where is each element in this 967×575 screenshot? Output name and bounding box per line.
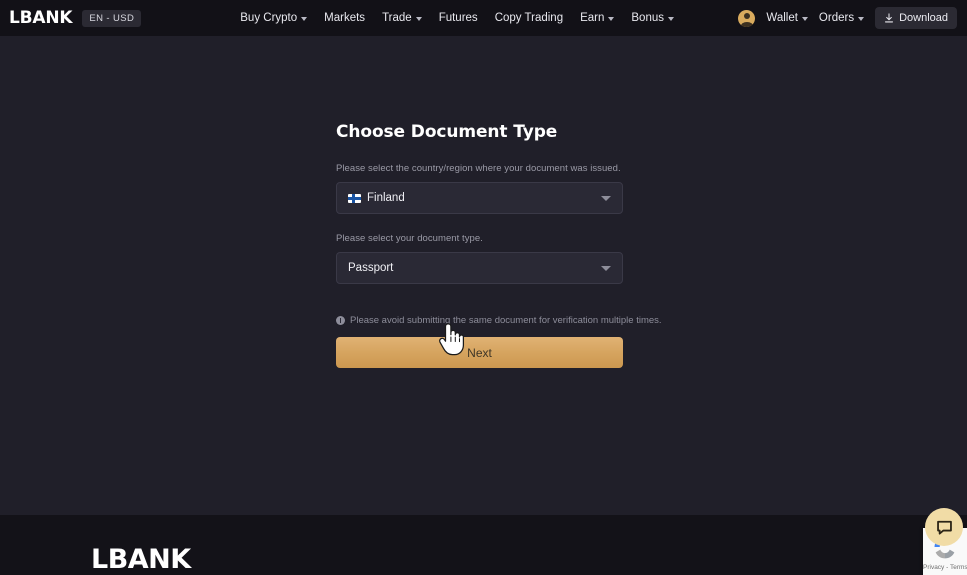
kyc-document-type-panel: Choose Document Type Please select the c…	[336, 122, 662, 368]
country-select-value-wrap: Finland	[348, 192, 405, 204]
finland-flag-icon	[348, 193, 361, 203]
nav-item-earn[interactable]: Earn	[580, 12, 615, 24]
main-nav: Buy Crypto Markets Trade Futures Copy Tr…	[240, 12, 674, 24]
footer-lbank-logo: LBANK	[91, 544, 191, 575]
nav-item-futures[interactable]: Futures	[439, 12, 478, 24]
page-title: Choose Document Type	[336, 122, 558, 142]
download-label: Download	[899, 12, 948, 24]
nav-item-wallet[interactable]: Wallet	[766, 12, 808, 24]
lbank-logo[interactable]: LBANK	[9, 8, 73, 28]
nav-label: Earn	[580, 12, 605, 24]
header-right-cluster: Wallet Orders Download	[738, 7, 957, 29]
nav-item-markets[interactable]: Markets	[324, 12, 365, 24]
main-content-area: Choose Document Type Please select the c…	[0, 36, 967, 515]
top-navigation-bar: LBANK EN - USD Buy Crypto Markets Trade …	[0, 0, 967, 36]
language-currency-badge[interactable]: EN - USD	[82, 9, 142, 27]
chevron-down-icon	[601, 266, 611, 271]
nav-label: Markets	[324, 12, 366, 24]
nav-label: Buy Crypto	[240, 12, 298, 24]
nav-label: Trade	[382, 12, 412, 24]
country-field-label: Please select the country/region where y…	[336, 163, 621, 174]
recaptcha-privacy-terms[interactable]: Privacy - Terms	[923, 564, 967, 571]
country-region-select[interactable]: Finland	[336, 182, 623, 214]
user-avatar-icon[interactable]	[738, 9, 756, 27]
document-type-select[interactable]: Passport	[336, 252, 623, 284]
nav-label: Bonus	[631, 12, 664, 24]
download-icon	[885, 12, 894, 22]
nav-item-copy-trading[interactable]: Copy Trading	[495, 12, 563, 24]
chevron-down-icon	[858, 16, 865, 21]
nav-label: Futures	[438, 12, 478, 24]
chevron-down-icon	[301, 16, 308, 21]
nav-label: Copy Trading	[494, 12, 564, 24]
nav-item-trade[interactable]: Trade	[382, 12, 422, 24]
chevron-down-icon	[601, 196, 611, 201]
download-button[interactable]: Download	[875, 7, 957, 29]
nav-item-orders[interactable]: Orders	[818, 12, 865, 24]
country-select-value: Finland	[367, 192, 405, 204]
info-icon	[336, 316, 345, 325]
document-type-select-value: Passport	[348, 262, 394, 274]
orders-label: Orders	[818, 12, 855, 24]
chevron-down-icon	[668, 16, 674, 21]
nav-item-buy-crypto[interactable]: Buy Crypto	[240, 12, 308, 24]
document-type-value-wrap: Passport	[348, 262, 393, 274]
chat-bubble-icon	[936, 520, 952, 535]
notice-text: Please avoid submitting the same documen…	[350, 315, 662, 326]
wallet-label: Wallet	[766, 12, 798, 24]
chevron-down-icon	[801, 16, 808, 21]
duplicate-submission-notice: Please avoid submitting the same documen…	[336, 315, 662, 326]
document-type-field-label: Please select your document type.	[336, 233, 483, 244]
live-chat-button[interactable]	[925, 508, 963, 546]
chevron-down-icon	[415, 16, 422, 21]
next-button[interactable]: Next	[336, 337, 623, 368]
chevron-down-icon	[608, 16, 615, 21]
nav-item-bonus[interactable]: Bonus	[631, 12, 674, 24]
field-spacer	[336, 214, 623, 233]
